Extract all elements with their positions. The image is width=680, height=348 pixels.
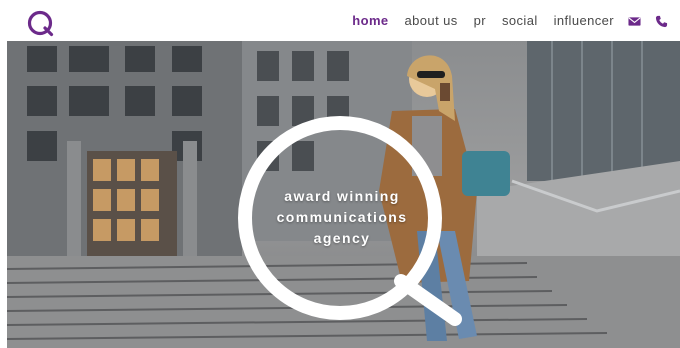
- nav-social[interactable]: social: [502, 12, 538, 30]
- tagline-line-1: award winning: [284, 188, 400, 204]
- q-logo-icon[interactable]: [26, 9, 54, 37]
- hero-tagline: award winning communications agency: [262, 186, 422, 249]
- nav-about-us[interactable]: about us: [405, 12, 458, 30]
- nav-home[interactable]: home: [352, 12, 388, 30]
- phone-icon[interactable]: [655, 15, 668, 28]
- nav-influencer[interactable]: influencer: [554, 12, 614, 30]
- main-nav: home about us pr social influencer: [336, 12, 668, 30]
- tagline-line-2: communications: [276, 209, 408, 225]
- tagline-line-3: agency: [313, 230, 371, 246]
- envelope-icon[interactable]: [628, 15, 641, 28]
- hero-banner: award winning communications agency: [7, 41, 680, 348]
- site-header: home about us pr social influencer: [0, 0, 680, 40]
- nav-pr[interactable]: pr: [474, 12, 486, 30]
